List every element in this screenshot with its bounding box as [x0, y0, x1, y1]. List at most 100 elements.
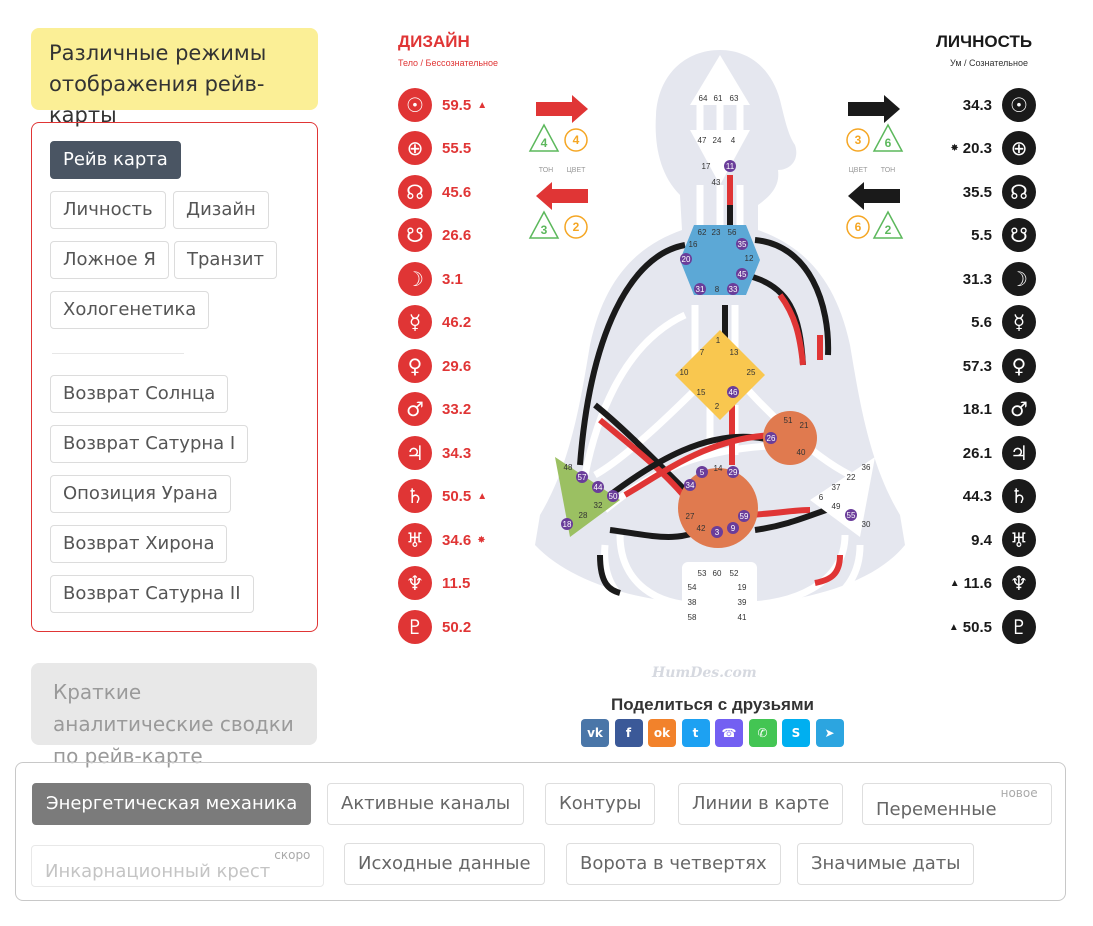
design-planet-earth[interactable]: ⊕ 55.5	[398, 130, 477, 166]
facebook-share-button[interactable]: f	[614, 719, 643, 747]
svg-text:24: 24	[713, 136, 722, 145]
tab-2[interactable]: Контуры	[545, 783, 656, 825]
tab-1[interactable]: Активные каналы	[327, 783, 525, 825]
svg-text:25: 25	[747, 368, 756, 377]
analytic-summary-button[interactable]: Краткие аналитические сводки по рейв-кар…	[31, 663, 317, 768]
design-planet-value: 3.1	[442, 270, 463, 288]
svg-text:15: 15	[697, 388, 706, 397]
mode-hologenetics-button[interactable]: Хологенетика	[50, 291, 210, 329]
skype-share-button[interactable]: S	[782, 719, 810, 747]
personality-planet-sun[interactable]: 34.3 ☉	[959, 87, 1036, 123]
tab-label: Активные каналы	[341, 793, 511, 814]
tab-badge: скоро	[274, 848, 311, 862]
saturn-return-1-button[interactable]: Возврат Сатурна I	[50, 425, 249, 463]
design-planet-value: 55.5	[442, 139, 472, 157]
design-planet-mars[interactable]: ♂ 33.2	[398, 391, 477, 427]
svg-text:45: 45	[738, 270, 747, 279]
svg-text:35: 35	[738, 240, 747, 249]
tab-4[interactable]: Переменныеновое	[862, 783, 1052, 825]
svg-text:44: 44	[594, 483, 603, 492]
svg-text:46: 46	[729, 388, 738, 397]
design-planet-saturn[interactable]: ♄ 50.5 ▲	[398, 478, 487, 514]
mars-icon: ♂	[1002, 392, 1036, 426]
vk-share-button[interactable]: vk	[581, 719, 609, 747]
tab-7[interactable]: Ворота в четвертях	[566, 843, 781, 885]
personality-planet-jupiter[interactable]: 26.1 ♃	[959, 435, 1036, 471]
personality-planet-uranus[interactable]: 9.4 ♅	[967, 522, 1036, 558]
svg-text:41: 41	[738, 613, 747, 622]
design-planet-mercury[interactable]: ☿ 46.2	[398, 304, 477, 340]
mode-false-self-button[interactable]: Ложное Я	[50, 241, 169, 279]
design-planet-uranus[interactable]: ♅ 34.6 ✸	[398, 522, 486, 558]
svg-text:38: 38	[688, 598, 697, 607]
personality-planet-pluto[interactable]: ▲ 50.5 ♇	[949, 609, 1036, 645]
design-planet-venus[interactable]: ♀ 29.6	[398, 348, 477, 384]
saturn-return-2-button[interactable]: Возврат Сатурна II	[50, 575, 254, 613]
tab-3[interactable]: Линии в карте	[678, 783, 844, 825]
design-planet-sun[interactable]: ☉ 59.5 ▲	[398, 87, 487, 123]
mode-rave-chart-button[interactable]: Рейв карта	[50, 141, 181, 179]
personality-planet-earth[interactable]: ✸ 20.3 ⊕	[950, 130, 1036, 166]
personality-planet-south-node[interactable]: 5.5 ☋	[967, 217, 1036, 253]
svg-text:6: 6	[819, 493, 824, 502]
watermark: HumDes.com	[652, 665, 757, 681]
telegram-share-button[interactable]: ➤	[815, 719, 844, 747]
solar-return-button[interactable]: Возврат Солнца	[50, 375, 229, 413]
south-node-icon: ☋	[1002, 218, 1036, 252]
design-planet-north-node[interactable]: ☊ 45.6	[398, 174, 477, 210]
tab-label: Переменные	[876, 799, 997, 820]
personality-planet-moon[interactable]: 31.3 ☽	[959, 261, 1036, 297]
saturn-icon: ♄	[1002, 479, 1036, 513]
personality-planet-mark: ▲	[948, 621, 959, 633]
svg-text:52: 52	[730, 569, 739, 578]
svg-text:47: 47	[698, 136, 707, 145]
mode-personality-button[interactable]: Личность	[50, 191, 166, 229]
design-planet-moon[interactable]: ☽ 3.1	[398, 261, 469, 297]
mode-transit-button[interactable]: Транзит	[174, 241, 277, 279]
personality-planet-north-node[interactable]: 35.5 ☊	[959, 174, 1036, 210]
personality-planet-mars[interactable]: 18.1 ♂	[959, 391, 1036, 427]
design-planet-neptune[interactable]: ♆ 11.5	[398, 565, 476, 601]
personality-subtitle: Ум / Сознательное	[950, 58, 1028, 68]
tab-label: Ворота в четвертях	[580, 853, 767, 874]
earth-icon: ⊕	[1002, 131, 1036, 165]
twitter-share-button[interactable]: t	[681, 719, 710, 747]
svg-text:1: 1	[716, 336, 721, 345]
tab-8[interactable]: Значимые даты	[797, 843, 975, 885]
personality-planet-neptune[interactable]: ▲ 11.6 ♆	[950, 565, 1036, 601]
mode-design-button[interactable]: Дизайн	[173, 191, 269, 229]
personality-planet-mercury[interactable]: 5.6 ☿	[967, 304, 1036, 340]
earth-icon: ⊕	[398, 131, 432, 165]
svg-text:55: 55	[847, 511, 856, 520]
tab-0[interactable]: Энергетическая механика	[32, 783, 312, 825]
svg-text:42: 42	[697, 524, 706, 533]
svg-text:43: 43	[712, 178, 721, 187]
svg-text:2: 2	[715, 402, 720, 411]
svg-text:62: 62	[698, 228, 707, 237]
saturn-icon: ♄	[398, 479, 432, 513]
personality-planet-saturn[interactable]: 44.3 ♄	[959, 478, 1036, 514]
mercury-icon: ☿	[1002, 305, 1036, 339]
design-planet-pluto[interactable]: ♇ 50.2	[398, 609, 477, 645]
svg-text:53: 53	[698, 569, 707, 578]
bodygraph[interactable]: 64 61 63 47 24 4 17 11 43 62 23 56 16 35…	[510, 45, 930, 635]
design-planet-mark: ✸	[477, 534, 486, 546]
design-planet-value: 29.6	[442, 357, 472, 375]
personality-planet-value: 34.3	[962, 96, 992, 114]
whatsapp-share-button[interactable]: ✆	[748, 719, 777, 747]
personality-planet-venus[interactable]: 57.3 ♀	[959, 348, 1036, 384]
odnoklassniki-share-button[interactable]: ok	[648, 719, 676, 747]
design-planet-value: 26.6	[442, 226, 472, 244]
personality-planet-value: 5.6	[971, 313, 992, 331]
design-planet-south-node[interactable]: ☋ 26.6	[398, 217, 477, 253]
tab-label: Инкарнационный крест	[45, 861, 271, 882]
chiron-return-button[interactable]: Возврат Хирона	[50, 525, 228, 563]
svg-text:31: 31	[696, 285, 705, 294]
tab-5[interactable]: Инкарнационный крестскоро	[31, 845, 325, 887]
svg-text:29: 29	[729, 468, 738, 477]
share-title: Поделиться с друзьями	[611, 695, 814, 714]
design-planet-jupiter[interactable]: ♃ 34.3	[398, 435, 477, 471]
viber-share-button[interactable]: ☎	[715, 719, 743, 747]
uranus-opposition-button[interactable]: Опозиция Урана	[50, 475, 231, 513]
tab-6[interactable]: Исходные данные	[344, 843, 545, 885]
